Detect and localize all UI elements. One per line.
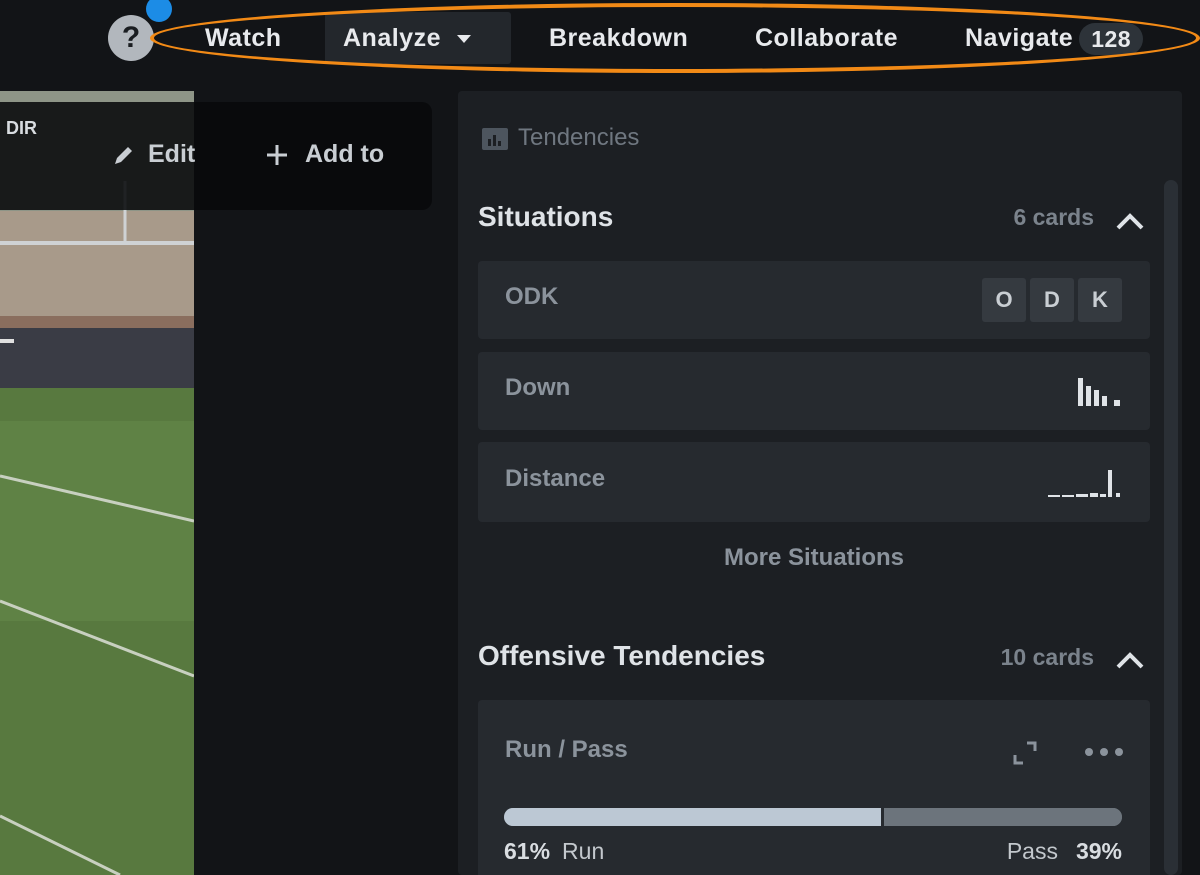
mini-bar-chart-icon <box>1078 378 1120 406</box>
pass-stat: Pass 39% <box>1007 838 1122 865</box>
odk-filter-group: O D K <box>982 278 1122 322</box>
panel-scrollbar[interactable] <box>1164 180 1178 875</box>
pencil-icon <box>115 147 132 165</box>
situations-card-count: 6 cards <box>1013 204 1094 230</box>
direction-label: DIR <box>6 118 37 138</box>
run-percent: 61% <box>504 838 551 864</box>
more-situations-button[interactable]: More Situations <box>478 544 1150 572</box>
run-bar-segment <box>504 808 881 826</box>
add-to-label: Add to <box>305 140 385 168</box>
odk-kicking-button[interactable]: K <box>1078 278 1122 322</box>
down-label: Down <box>505 374 571 401</box>
down-card[interactable]: Down <box>478 352 1150 430</box>
offensive-card-count: 10 cards <box>1000 644 1094 670</box>
edit-label: Edit <box>148 140 196 168</box>
run-pass-card: Run / Pass 61% Run Pass 39% <box>478 700 1150 875</box>
run-label: Run <box>562 838 605 864</box>
odk-label: ODK <box>505 283 559 310</box>
pass-percent: 39% <box>1075 838 1122 864</box>
pass-bar-segment <box>883 808 1122 826</box>
highlight-ring <box>150 3 1200 73</box>
run-stat: 61% Run <box>504 838 604 865</box>
odk-offense-button[interactable]: O <box>982 278 1026 322</box>
add-to-button[interactable]: Add to <box>265 138 384 170</box>
distance-card[interactable]: Distance <box>478 442 1150 522</box>
chevron-up-icon[interactable] <box>1115 650 1145 670</box>
plus-icon <box>267 145 287 166</box>
expand-icon[interactable] <box>1012 740 1038 766</box>
tendencies-panel: Tendencies Situations 6 cards ODK O D K … <box>458 91 1182 875</box>
situations-title: Situations <box>478 201 614 232</box>
odk-defense-button[interactable]: D <box>1030 278 1074 322</box>
pass-label: Pass <box>1006 838 1058 864</box>
distance-label: Distance <box>505 465 606 492</box>
panel-header: Tendencies <box>482 123 639 153</box>
help-button[interactable]: ? <box>108 15 154 61</box>
panel-title: Tendencies <box>518 124 640 151</box>
run-pass-bar <box>504 808 1122 826</box>
bar-chart-icon <box>482 127 508 150</box>
offensive-tendencies-title: Offensive Tendencies <box>478 640 766 671</box>
top-nav-bar: ? Watch Analyze Breakdown Collaborate Na… <box>0 0 1200 78</box>
question-mark-icon: ? <box>121 21 141 54</box>
app-root: ? Watch Analyze Breakdown Collaborate Na… <box>0 0 1200 875</box>
mini-bar-chart-icon <box>1048 470 1120 497</box>
chevron-up-icon[interactable] <box>1115 211 1145 231</box>
odk-card[interactable]: ODK O D K <box>478 261 1150 339</box>
run-pass-label: Run / Pass <box>505 736 628 763</box>
notification-dot <box>146 0 172 22</box>
more-options-icon[interactable] <box>1084 746 1124 758</box>
edit-button[interactable]: Edit <box>112 138 195 170</box>
